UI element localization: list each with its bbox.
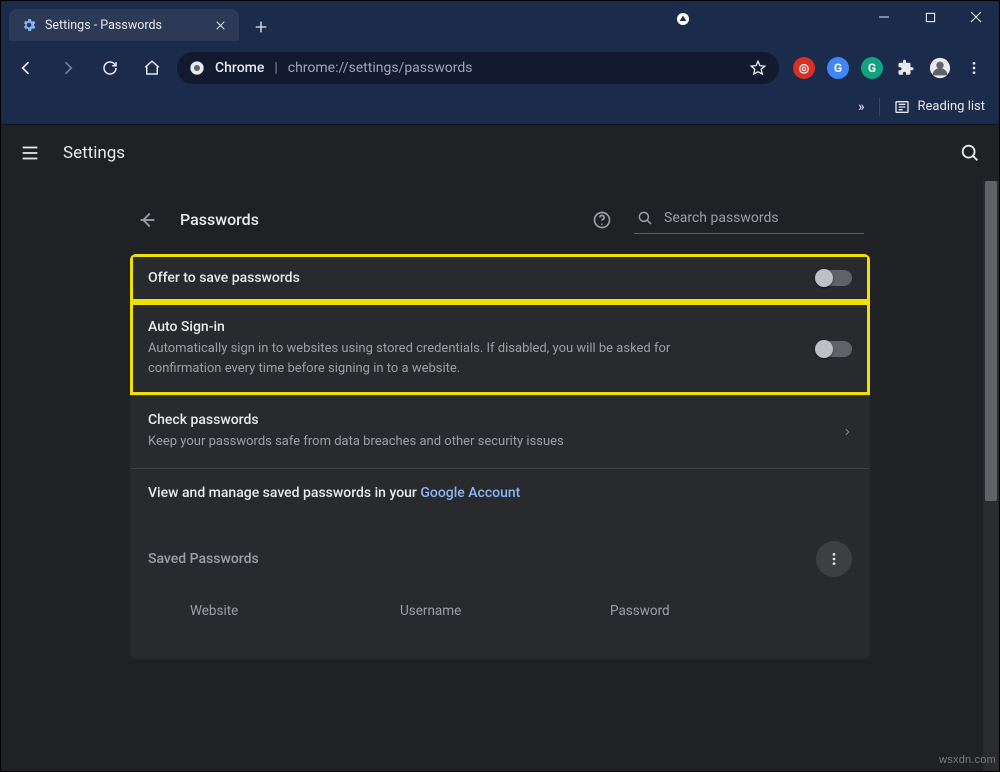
extensions-area: ◎ G G [787, 57, 991, 79]
minimize-button[interactable] [861, 1, 907, 33]
browser-window: Settings - Passwords [0, 0, 1000, 772]
search-icon[interactable] [959, 142, 981, 164]
row-text: View and manage saved passwords in your … [148, 485, 852, 501]
site-info-icon[interactable] [189, 60, 205, 76]
row-title: Check passwords [148, 412, 826, 428]
url-separator: | [274, 60, 277, 76]
overflow-icon[interactable]: » [858, 99, 865, 115]
auto-signin-row[interactable]: Auto Sign-in Automatically sign in to we… [130, 302, 870, 395]
window-controls [861, 1, 999, 33]
check-passwords-row[interactable]: Check passwords Keep your passwords safe… [130, 395, 870, 468]
search-icon [636, 209, 654, 227]
back-button[interactable] [9, 51, 43, 85]
scrollbar-thumb[interactable] [985, 181, 997, 501]
google-account-link[interactable]: Google Account [420, 485, 520, 501]
url-scheme: Chrome [215, 60, 264, 76]
forward-button[interactable] [51, 51, 85, 85]
column-password: Password [610, 603, 780, 619]
account-indicator-icon[interactable] [675, 11, 691, 27]
divider [879, 98, 880, 116]
offer-save-toggle[interactable] [816, 270, 852, 286]
tab-title: Settings - Passwords [45, 18, 162, 33]
auto-signin-toggle[interactable] [816, 341, 852, 357]
chrome-menu-button[interactable] [963, 57, 985, 79]
manage-google-account-row: View and manage saved passwords in your … [130, 468, 870, 517]
browser-tab[interactable]: Settings - Passwords [9, 9, 239, 41]
passwords-panel: Passwords Search passwords Offer to save [130, 181, 870, 659]
extension-icon[interactable]: G [861, 57, 883, 79]
app-title: Settings [63, 143, 125, 163]
row-subtitle: Automatically sign in to websites using … [148, 339, 738, 379]
back-arrow-icon[interactable] [136, 209, 158, 231]
offer-save-passwords-row[interactable]: Offer to save passwords [130, 254, 870, 302]
reload-button[interactable] [93, 51, 127, 85]
extensions-button[interactable] [895, 57, 917, 79]
help-icon[interactable] [592, 210, 612, 230]
tab-strip: Settings - Passwords [1, 1, 275, 41]
extension-icon[interactable]: G [827, 57, 849, 79]
maximize-button[interactable] [907, 1, 953, 33]
address-bar[interactable]: Chrome | chrome://settings/passwords [177, 52, 779, 84]
panel-header: Passwords Search passwords [130, 205, 870, 248]
more-options-button[interactable] [816, 541, 852, 577]
panel-title: Passwords [180, 210, 259, 229]
profile-avatar[interactable] [929, 57, 951, 79]
settings-card: Offer to save passwords Auto Sign-in Aut… [130, 254, 870, 659]
row-subtitle: Keep your passwords safe from data breac… [148, 432, 738, 452]
chevron-right-icon [842, 425, 852, 439]
watermark: wsxdn.com [939, 754, 996, 766]
extension-icon[interactable]: ◎ [793, 57, 815, 79]
row-title: Auto Sign-in [148, 319, 800, 335]
home-button[interactable] [135, 51, 169, 85]
url-text: chrome://settings/passwords [288, 60, 739, 76]
search-placeholder: Search passwords [664, 210, 779, 226]
titlebar: Settings - Passwords [1, 1, 999, 47]
row-title: Offer to save passwords [148, 270, 800, 286]
gear-icon [21, 17, 37, 33]
section-title: Saved Passwords [148, 551, 259, 567]
scroll-area: Passwords Search passwords Offer to save [1, 181, 999, 771]
new-tab-button[interactable] [247, 13, 275, 41]
close-icon[interactable] [214, 19, 227, 32]
column-website: Website [190, 603, 400, 619]
close-window-button[interactable] [953, 1, 999, 33]
search-passwords-input[interactable]: Search passwords [634, 205, 864, 234]
scrollbar[interactable] [983, 181, 999, 771]
saved-passwords-header: Saved Passwords [130, 517, 870, 583]
saved-passwords-columns: Website Username Password [130, 583, 870, 659]
page-content: Settings Passwords [1, 125, 999, 771]
toolbar: Chrome | chrome://settings/passwords ◎ G… [1, 47, 999, 89]
reading-list-button[interactable]: Reading list [894, 99, 985, 115]
menu-icon[interactable] [19, 142, 41, 164]
bookmarks-bar: » Reading list [1, 89, 999, 125]
column-username: Username [400, 603, 610, 619]
bookmark-star-icon[interactable] [749, 59, 767, 77]
settings-header: Settings [1, 125, 999, 181]
